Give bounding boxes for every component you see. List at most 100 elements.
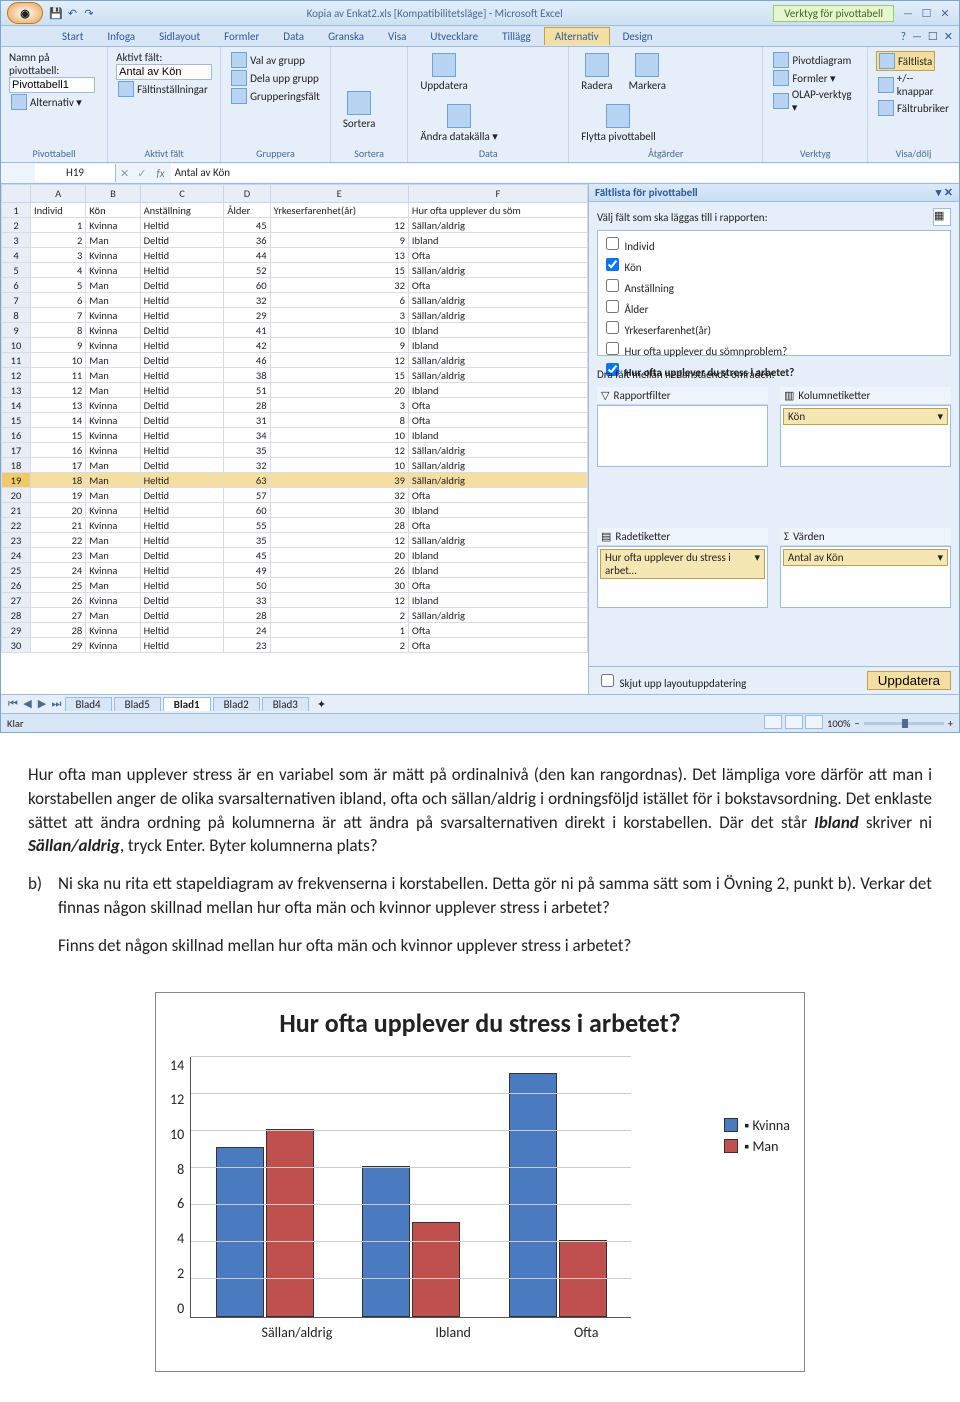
- zoom-out-icon[interactable]: −: [855, 717, 860, 730]
- row-labels-area[interactable]: Hur ofta upplever du stress i arbet…▾: [597, 546, 768, 608]
- select-icon: [635, 53, 659, 77]
- field-hur-ofta-upplever-du-sömnproblem-[interactable]: Hur ofta upplever du sömnproblem?: [600, 338, 948, 359]
- report-filter-area[interactable]: [597, 405, 768, 467]
- save-icon[interactable]: 💾: [49, 7, 63, 20]
- column-labels-area[interactable]: Kön▾: [780, 405, 951, 467]
- fieldheaders-icon: [878, 100, 894, 116]
- first-sheet-icon[interactable]: ⏮: [7, 697, 19, 711]
- fieldheaders-button[interactable]: Fältrubriker: [876, 99, 951, 117]
- sort-button[interactable]: Sortera: [339, 89, 380, 132]
- sheet-tab-blad4[interactable]: Blad4: [65, 697, 112, 711]
- refresh-button[interactable]: Uppdatera: [416, 51, 471, 94]
- formulas-button[interactable]: Formler ▾: [771, 69, 837, 87]
- zoom-slider[interactable]: [864, 722, 944, 725]
- value-field-item[interactable]: Antal av Kön▾: [783, 549, 948, 566]
- layout-icon[interactable]: ▦: [933, 208, 951, 226]
- sheet-tab-blad5[interactable]: Blad5: [114, 697, 161, 711]
- change-source-button[interactable]: Ändra datakälla ▾: [416, 102, 501, 145]
- ribbon-group-actions: Radera Markera Flytta pivottabell Åtgärd…: [569, 47, 763, 162]
- undo-icon[interactable]: ↶: [66, 7, 80, 20]
- work-area: ABCDEF1IndividKönAnställningÅlderYrkeser…: [1, 184, 959, 694]
- status-ready: Klar: [7, 717, 24, 730]
- pivotchart-button[interactable]: Pivotdiagram: [771, 51, 853, 69]
- sort-asc-icon[interactable]: [339, 51, 353, 65]
- tab-start[interactable]: Start: [51, 27, 94, 46]
- page-break-view-icon[interactable]: [805, 715, 823, 729]
- field-yrkeserfarenhet-år-[interactable]: Yrkeserfarenhet(år): [600, 317, 948, 338]
- move-pivot-button[interactable]: Flytta pivottabell: [577, 102, 660, 145]
- group-field-button[interactable]: Grupperingsfält: [229, 87, 322, 105]
- chevron-down-icon[interactable]: ▾: [754, 551, 760, 577]
- tab-infoga[interactable]: Infoga: [96, 27, 146, 46]
- cancel-formula-icon[interactable]: ✕: [116, 167, 133, 180]
- sheet-tab-blad3[interactable]: Blad3: [262, 697, 309, 711]
- contextual-tab-label: Verktyg för pivottabell: [773, 5, 894, 22]
- close-icon[interactable]: ✕: [937, 7, 953, 20]
- maximize-icon[interactable]: ☐: [919, 7, 935, 20]
- chevron-down-icon[interactable]: ▾: [937, 551, 943, 564]
- new-sheet-icon[interactable]: ✦: [311, 698, 332, 711]
- pane-close-icon[interactable]: ✕: [944, 186, 953, 199]
- tab-formler[interactable]: Formler: [213, 27, 270, 46]
- field-anställning[interactable]: Anställning: [600, 275, 948, 296]
- help-icon[interactable]: ?: [901, 30, 906, 43]
- sheet-tab-blad2[interactable]: Blad2: [213, 697, 260, 711]
- plusminus-button[interactable]: +/--knappar: [876, 71, 951, 99]
- restore-icon[interactable]: ☐: [928, 30, 938, 43]
- tab-visa[interactable]: Visa: [377, 27, 417, 46]
- field-kön[interactable]: Kön: [600, 254, 948, 275]
- minimize-icon[interactable]: —: [900, 7, 916, 20]
- tab-utvecklare[interactable]: Utvecklare: [419, 27, 489, 46]
- values-area[interactable]: Antal av Kön▾: [780, 546, 951, 608]
- update-button[interactable]: Uppdatera: [867, 671, 951, 690]
- last-sheet-icon[interactable]: ⏭: [51, 697, 63, 711]
- active-field-input[interactable]: [116, 64, 212, 80]
- next-sheet-icon[interactable]: ▶: [36, 697, 48, 710]
- bar-kvinna-0: [216, 1147, 264, 1316]
- sheet-tab-blad1[interactable]: Blad1: [163, 697, 211, 711]
- column-field-item[interactable]: Kön▾: [783, 408, 948, 425]
- group-selection-button[interactable]: Val av grupp: [229, 51, 307, 69]
- fieldlist-button[interactable]: Fältlista: [876, 51, 935, 71]
- worksheet[interactable]: ABCDEF1IndividKönAnställningÅlderYrkeser…: [1, 184, 588, 694]
- name-box[interactable]: H19: [35, 164, 116, 182]
- pivot-name-input[interactable]: [9, 77, 95, 93]
- tab-sidlayout[interactable]: Sidlayout: [148, 27, 211, 46]
- minimize-ribbon-icon[interactable]: —: [912, 30, 922, 43]
- pane-dropdown-icon[interactable]: ▾: [936, 186, 942, 199]
- bar-man-1: [412, 1222, 460, 1317]
- defer-layout-checkbox[interactable]: Skjut upp layoutuppdatering: [597, 671, 746, 690]
- tab-granska[interactable]: Granska: [317, 27, 375, 46]
- select-button[interactable]: Markera: [625, 51, 671, 94]
- question-b-text: Ni ska nu rita ett stapeldiagram av frek…: [58, 872, 932, 920]
- tab-data[interactable]: Data: [272, 27, 315, 46]
- tab-alternativ[interactable]: Alternativ: [544, 27, 610, 45]
- ungroup-button[interactable]: Dela upp grupp: [229, 69, 321, 87]
- pivot-options-button[interactable]: Alternativ ▾: [9, 93, 84, 111]
- normal-view-icon[interactable]: [764, 715, 782, 729]
- field-settings-button[interactable]: Fältinställningar: [116, 80, 210, 98]
- field-individ[interactable]: Individ: [600, 233, 948, 254]
- sort-desc-icon[interactable]: [339, 67, 353, 81]
- fx-icon[interactable]: fx: [150, 167, 170, 180]
- tab-design[interactable]: Design: [612, 27, 664, 46]
- close-workbook-icon[interactable]: ✕: [944, 30, 953, 43]
- page-layout-view-icon[interactable]: [785, 715, 803, 729]
- clear-button[interactable]: Radera: [577, 51, 616, 94]
- field-ålder[interactable]: Ålder: [600, 296, 948, 317]
- chevron-down-icon[interactable]: ▾: [937, 410, 943, 423]
- accept-formula-icon[interactable]: ✓: [133, 167, 150, 180]
- chart-legend: ▪ Kvinna▪ Man: [724, 1113, 790, 1159]
- redo-icon[interactable]: ↷: [82, 7, 96, 20]
- bar-man-0: [266, 1129, 314, 1317]
- row-field-item[interactable]: Hur ofta upplever du stress i arbet…▾: [600, 549, 765, 579]
- quick-access-toolbar[interactable]: 💾 ↶ ↷: [49, 7, 96, 20]
- prev-sheet-icon[interactable]: ◀: [22, 697, 34, 710]
- zoom-in-icon[interactable]: +: [948, 717, 953, 730]
- office-button[interactable]: ◉: [7, 2, 43, 24]
- tab-tillägg[interactable]: Tillägg: [491, 27, 542, 46]
- formula-input[interactable]: Antal av Kön: [171, 164, 959, 182]
- olap-button[interactable]: OLAP-verktyg ▾: [771, 87, 859, 115]
- cells-grid[interactable]: ABCDEF1IndividKönAnställningÅlderYrkeser…: [1, 184, 588, 653]
- field-list[interactable]: Individ Kön Anställning Ålder Yrkeserfar…: [597, 230, 951, 356]
